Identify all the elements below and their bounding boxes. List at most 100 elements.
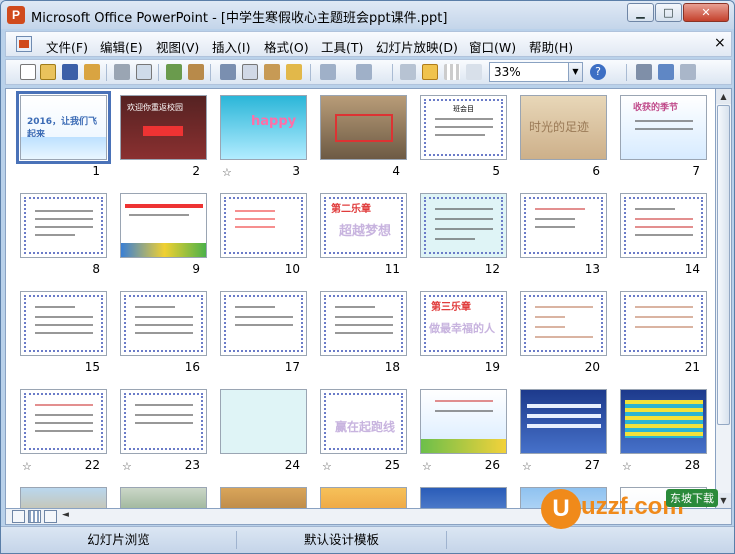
slide-thumbnail-9[interactable] xyxy=(120,193,207,258)
scroll-up-icon[interactable]: ▲ xyxy=(716,89,731,104)
animation-icon[interactable]: ☆ xyxy=(122,460,132,473)
slide-thumbnail-3[interactable]: happy xyxy=(220,95,307,160)
powerpoint-app-icon[interactable]: P xyxy=(7,6,25,24)
slide-thumbnail-27[interactable] xyxy=(520,389,607,454)
slide-sorter-view-icon[interactable] xyxy=(28,510,41,523)
slide-thumbnail-32[interactable] xyxy=(320,487,407,508)
slide-thumbnail-11[interactable]: 第二乐章 超越梦想 xyxy=(320,193,407,258)
slide-thumbnail-7[interactable]: 收获的季节 xyxy=(620,95,707,160)
slide-thumbnail-30[interactable] xyxy=(120,487,207,508)
slide-thumbnail-31[interactable] xyxy=(220,487,307,508)
slide-thumbnail-22[interactable] xyxy=(20,389,107,454)
slide-thumbnail-21[interactable] xyxy=(620,291,707,356)
toolbar-separator xyxy=(626,64,627,81)
slide-thumbnail-19[interactable]: 第三乐章 做最幸福的人 xyxy=(420,291,507,356)
slide-thumbnail-33[interactable] xyxy=(420,487,507,508)
text-line xyxy=(535,316,565,318)
animation-icon[interactable]: ☆ xyxy=(22,460,32,473)
slide-number: 26 xyxy=(484,458,500,472)
slide-thumbnail-18[interactable] xyxy=(320,291,407,356)
vertical-scrollbar[interactable]: ▲ ▼ xyxy=(716,88,732,509)
slide-number: 1 xyxy=(92,164,100,178)
document-icon[interactable] xyxy=(16,36,32,52)
slide-thumbnail-6[interactable]: 时光的足迹 xyxy=(520,95,607,160)
menu-window[interactable]: 窗口(W) xyxy=(469,37,516,56)
slide-thumbnail-8[interactable] xyxy=(20,193,107,258)
menu-slideshow[interactable]: 幻灯片放映(D) xyxy=(376,37,458,56)
animation-icon[interactable]: ☆ xyxy=(222,166,232,179)
slide-thumbnail-12[interactable] xyxy=(420,193,507,258)
slide-thumbnail-15[interactable] xyxy=(20,291,107,356)
save-icon[interactable] xyxy=(62,64,78,80)
slide-thumbnail-23[interactable] xyxy=(120,389,207,454)
slide-title: 第三乐章 xyxy=(431,302,471,313)
animation-icon[interactable]: ☆ xyxy=(522,460,532,473)
undo-icon[interactable] xyxy=(320,64,336,80)
new-icon[interactable] xyxy=(20,64,36,80)
paste-icon[interactable] xyxy=(264,64,280,80)
new-slide-icon[interactable] xyxy=(680,64,696,80)
slide-thumbnail-26[interactable] xyxy=(420,389,507,454)
help-icon[interactable]: ? xyxy=(590,64,606,80)
slide-design-icon[interactable] xyxy=(658,64,674,80)
menu-edit[interactable]: 编辑(E) xyxy=(100,37,143,56)
slideshow-view-icon[interactable] xyxy=(44,510,57,523)
slide-thumbnail-5[interactable]: 班会目 xyxy=(420,95,507,160)
animation-icon[interactable]: ☆ xyxy=(322,460,332,473)
menu-format[interactable]: 格式(O) xyxy=(264,37,309,56)
text-line xyxy=(335,324,393,326)
slide-thumbnail-29[interactable] xyxy=(20,487,107,508)
print-icon[interactable] xyxy=(114,64,130,80)
scroll-left-icon[interactable]: ◄ xyxy=(62,510,69,520)
slide-thumbnail-4[interactable] xyxy=(320,95,407,160)
close-document-icon[interactable]: × xyxy=(714,35,726,51)
normal-view-icon[interactable] xyxy=(12,510,25,523)
menu-help[interactable]: 帮助(H) xyxy=(529,37,573,56)
slide-thumbnail-1[interactable]: 2016，让我们飞起来 xyxy=(16,91,111,164)
slide-number: 27 xyxy=(584,458,600,472)
menu-view[interactable]: 视图(V) xyxy=(156,37,199,56)
show-grid-icon[interactable] xyxy=(444,64,460,80)
text-line xyxy=(635,208,675,210)
spelling-icon[interactable] xyxy=(166,64,182,80)
menu-file[interactable]: 文件(F) xyxy=(46,37,88,56)
slide-thumbnail-24[interactable] xyxy=(220,389,307,454)
title-bar[interactable]: P Microsoft Office PowerPoint - [中学生寒假收心… xyxy=(1,1,734,29)
slide-thumbnail-10[interactable] xyxy=(220,193,307,258)
slide-thumbnail-2[interactable]: 欢迎你重返校园 xyxy=(120,95,207,160)
slide-thumbnail-28[interactable] xyxy=(620,389,707,454)
open-icon[interactable] xyxy=(40,64,56,80)
color-icon[interactable] xyxy=(466,64,482,80)
slide-thumbnail-14[interactable] xyxy=(620,193,707,258)
menu-insert[interactable]: 插入(I) xyxy=(212,37,250,56)
redo-icon[interactable] xyxy=(356,64,372,80)
slide-thumbnail-20[interactable] xyxy=(520,291,607,356)
slide-thumbnail-16[interactable] xyxy=(120,291,207,356)
cut-icon[interactable] xyxy=(220,64,236,80)
slide-sorter-pane[interactable]: 2016，让我们飞起来 1 欢迎你重返校园 2 happy ☆ 3 4 班会目 … xyxy=(5,88,716,509)
slide-transition-icon[interactable] xyxy=(636,64,652,80)
copy-icon[interactable] xyxy=(242,64,258,80)
slide-number: 21 xyxy=(684,360,700,374)
research-icon[interactable] xyxy=(188,64,204,80)
slide-decor xyxy=(421,439,506,453)
text-line xyxy=(435,126,493,128)
slide-thumbnail-13[interactable] xyxy=(520,193,607,258)
grayscale-icon[interactable] xyxy=(422,64,438,80)
close-button[interactable]: ✕ xyxy=(683,3,729,22)
animation-icon[interactable]: ☆ xyxy=(422,460,432,473)
slide-number: 15 xyxy=(84,360,100,374)
permission-icon[interactable] xyxy=(84,64,100,80)
zoom-dropdown[interactable]: 33% ▼ xyxy=(489,62,583,82)
maximize-button[interactable]: □ xyxy=(655,3,682,22)
slide-thumbnail-17[interactable] xyxy=(220,291,307,356)
slide-thumbnail-25[interactable]: 赢在起跑线 xyxy=(320,389,407,454)
animation-icon[interactable]: ☆ xyxy=(622,460,632,473)
format-painter-icon[interactable] xyxy=(286,64,302,80)
chevron-down-icon[interactable]: ▼ xyxy=(568,63,582,81)
expand-icon[interactable] xyxy=(400,64,416,80)
print-preview-icon[interactable] xyxy=(136,64,152,80)
scroll-thumb[interactable] xyxy=(717,105,730,425)
menu-tools[interactable]: 工具(T) xyxy=(321,37,363,56)
minimize-button[interactable]: ▁ xyxy=(627,3,654,22)
